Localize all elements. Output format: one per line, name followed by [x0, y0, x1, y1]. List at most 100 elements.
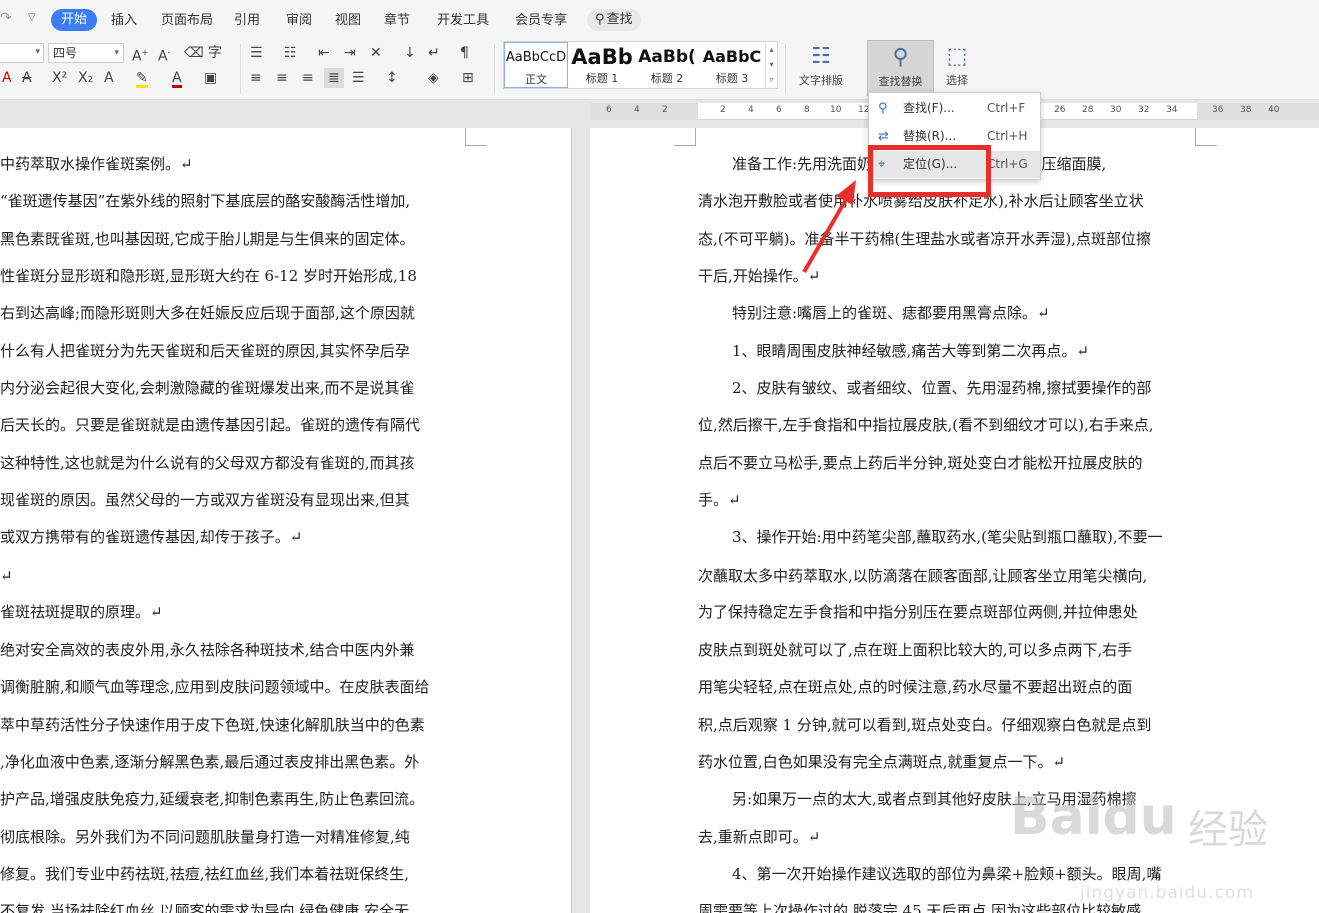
increase-indent-icon[interactable]: ⇥ [344, 43, 356, 63]
document-line: 护产品,增强皮肤免疫力,延缓衰老,抑制色素再生,防止色素回流。 [0, 790, 425, 808]
document-line: 右到达高峰;而隐形斑则大多在妊娠反应后现于面部,这个原因就 [0, 304, 415, 322]
document-line: 点后不要立马松手,要点上药后半分钟,斑处变白才能松开拉展皮肤的 [698, 454, 1143, 472]
document-line: 用笔尖轻轻,点在斑点处,点的时候注意,药水尽量不要超出斑点的面 [698, 678, 1133, 696]
document-line: 次蘸取太多中药萃取水,以防滴落在顾客面部,让顾客坐立用笔尖横向, [698, 567, 1148, 585]
ruler-number: 2 [720, 105, 726, 115]
page-corner-mark [1195, 128, 1217, 146]
menu-item-shortcut: Ctrl+F [987, 101, 1026, 115]
shading-icon[interactable]: ◈ [428, 68, 439, 88]
tab-review[interactable]: 审阅 [286, 10, 312, 32]
justify-icon[interactable]: ≣ [324, 68, 344, 88]
tab-view[interactable]: 视图 [335, 10, 361, 32]
select-button[interactable]: ⬚ 选择 [936, 40, 978, 96]
style-heading-1[interactable]: AaBb 标题 1 [570, 42, 634, 88]
text-layout-icon: ☷ [811, 44, 831, 69]
document-line: 修复。我们专业中药祛斑,祛痘,祛红血丝,我们本着祛斑保终生, [0, 865, 410, 883]
document-line: 皮肤点到斑处就可以了,点在斑上面积比较大的,可以多点两下,右手 [698, 641, 1133, 659]
style-sample: AaBb( [638, 47, 696, 67]
text-effect-icon[interactable]: A [2, 68, 12, 88]
menu-item-find[interactable]: ⚲ 查找(F)... Ctrl+F [870, 95, 1040, 122]
align-left-icon[interactable]: ≡ [250, 68, 262, 88]
style-label: 正文 [525, 73, 547, 86]
style-normal[interactable]: AaBbCcD 正文 [504, 42, 568, 88]
document-line: 内分泌会起很大变化,会刺激隐藏的雀斑爆发出来,而不是说其雀 [0, 379, 415, 397]
superscript-icon[interactable]: X² [52, 68, 67, 88]
document-line: 或双方携带有的雀斑遗传基因,却传于孩子。↵ [0, 528, 303, 546]
page-corner-mark [465, 128, 487, 146]
grow-font-icon[interactable]: A+ [132, 43, 148, 65]
sort-icon[interactable]: ↓ [404, 43, 416, 63]
numbered-list-icon[interactable]: ☷ [284, 43, 297, 63]
ribbon-toolbar: ▾ 四号 ▾ A+ A- ⌫ 字 A A X² X₂ A ✎ A ▣ ☰ ☷ ⇤… [0, 38, 1319, 100]
style-heading-3[interactable]: AaBbC 标题 3 [700, 42, 764, 88]
show-marks-icon[interactable]: ↵ [428, 43, 440, 63]
ruler-number: 10 [830, 105, 842, 115]
bullet-list-icon[interactable]: ☰ [250, 43, 263, 63]
document-line: 中药萃取水操作雀斑案例。↵ [0, 155, 193, 173]
redo-icon[interactable]: ↷ [0, 10, 12, 26]
watermark-cn: 经验 [1188, 807, 1268, 853]
ruler-number: 6 [776, 105, 782, 115]
ruler-number: 26 [1054, 105, 1066, 115]
document-line: 特别注意:嘴唇上的雀斑、痣都要用黑膏点除。↵ [732, 304, 1050, 322]
borders-icon[interactable]: ⊞ [462, 68, 474, 88]
document-line: “雀斑遗传基因”在紫外线的照射下基底层的酪安酸酶活性增加, [0, 192, 411, 210]
watermark-brand: Baidu [1010, 787, 1177, 847]
style-gallery-scroll[interactable]: ▴ ▾ ▿ [765, 42, 777, 88]
paragraph-mark-icon[interactable]: ¶ [460, 43, 469, 63]
baidu-watermark: Baidu 经验 jingyan.baidu.com [1010, 775, 1310, 910]
distributed-icon[interactable]: ☰ [352, 68, 365, 88]
document-line: 后天长的。只要是雀斑就是由遗传基因引起。雀斑的遗传有隔代 [0, 416, 421, 434]
shrink-font-icon[interactable]: A- [158, 43, 170, 65]
tab-home[interactable]: 开始 [51, 9, 98, 31]
font-color-icon[interactable]: A [172, 68, 182, 88]
document-line: 彻底根除。另外我们为不同问题肌肤量身打造一对精准修复,纯 [0, 828, 410, 846]
find-replace-button[interactable]: ⚲ 查找替换 [867, 40, 934, 96]
divider [494, 44, 495, 94]
phonetic-icon[interactable]: 字 [208, 43, 222, 63]
chevron-down-icon[interactable]: ▽ [28, 12, 36, 23]
document-line: 雀斑祛斑提取的原理。↵ [0, 603, 163, 621]
style-label: 标题 2 [650, 72, 684, 85]
align-center-icon[interactable]: ≡ [276, 68, 288, 88]
tab-search[interactable]: ⚲ 查找 [587, 9, 641, 31]
page-corner-mark [674, 128, 696, 146]
document-line: 黑色素既雀斑,也叫基因斑,它成于胎儿期是与生俱来的固定体。 [0, 230, 415, 248]
strikethrough-icon[interactable]: A [22, 68, 32, 88]
document-line: ,净化血液中色素,逐渐分解黑色素,最后通过表皮排出黑色素。外 [0, 753, 420, 771]
clear-format-icon[interactable]: ⌫ [184, 43, 204, 63]
document-line: 什么有人把雀斑分为先天雀斑和后天雀斑的原因,其实怀孕后孕 [0, 342, 410, 360]
highlight-icon[interactable]: ✎ [136, 68, 148, 88]
font-shade-icon[interactable]: A [104, 68, 114, 88]
document-line: 性雀斑分显形斑和隐形斑,显形斑大约在 6-12 岁时开始形成,18 [0, 267, 417, 285]
tab-page-layout[interactable]: 页面布局 [161, 10, 213, 32]
font-size-value: 四号 [53, 46, 78, 60]
tab-references[interactable]: 引用 [234, 10, 260, 32]
ruler-number: 6 [606, 105, 612, 115]
style-heading-2[interactable]: AaBb( 标题 2 [635, 42, 699, 88]
ruler-number: 2 [662, 105, 668, 115]
ruler-number: 8 [804, 105, 810, 115]
select-label: 选择 [946, 74, 968, 87]
menu-bar: ↷ ▽ 开始 插入 页面布局 引用 审阅 视图 章节 开发工具 会员专享 ⚲ 查找 [0, 0, 1319, 38]
search-icon: ⚲ [892, 45, 909, 70]
tab-member[interactable]: 会员专享 [515, 10, 567, 32]
tab-developer[interactable]: 开发工具 [437, 10, 489, 32]
document-line: 现雀斑的原因。虽然父母的一方或双方雀斑没有显现出来,但其 [0, 491, 410, 509]
text-layout-button[interactable]: ☷ 文字排版 [788, 40, 854, 96]
char-border-icon[interactable]: ▣ [204, 68, 217, 88]
tab-section[interactable]: 章节 [384, 10, 410, 32]
tab-insert[interactable]: 插入 [111, 10, 137, 32]
style-sample: AaBbCcD [505, 50, 567, 65]
ruler-number: 40 [1268, 105, 1280, 115]
ruler-number: 28 [1082, 105, 1094, 115]
decrease-indent-icon[interactable]: ⇤ [318, 43, 330, 63]
align-right-icon[interactable]: ≡ [302, 68, 314, 88]
chinese-layout-icon[interactable]: ✕ [370, 43, 382, 63]
font-size-select[interactable]: 四号 ▾ [48, 43, 124, 63]
subscript-icon[interactable]: X₂ [78, 68, 93, 88]
font-name-select[interactable]: ▾ [0, 43, 44, 63]
document-line: 态,(不可平躺)。准备半干药棉(生理盐水或者凉开水弄湿),点斑部位擦 [698, 230, 1151, 248]
line-spacing-icon[interactable]: ↕ [386, 68, 398, 88]
tab-search-label: 查找 [606, 12, 633, 27]
